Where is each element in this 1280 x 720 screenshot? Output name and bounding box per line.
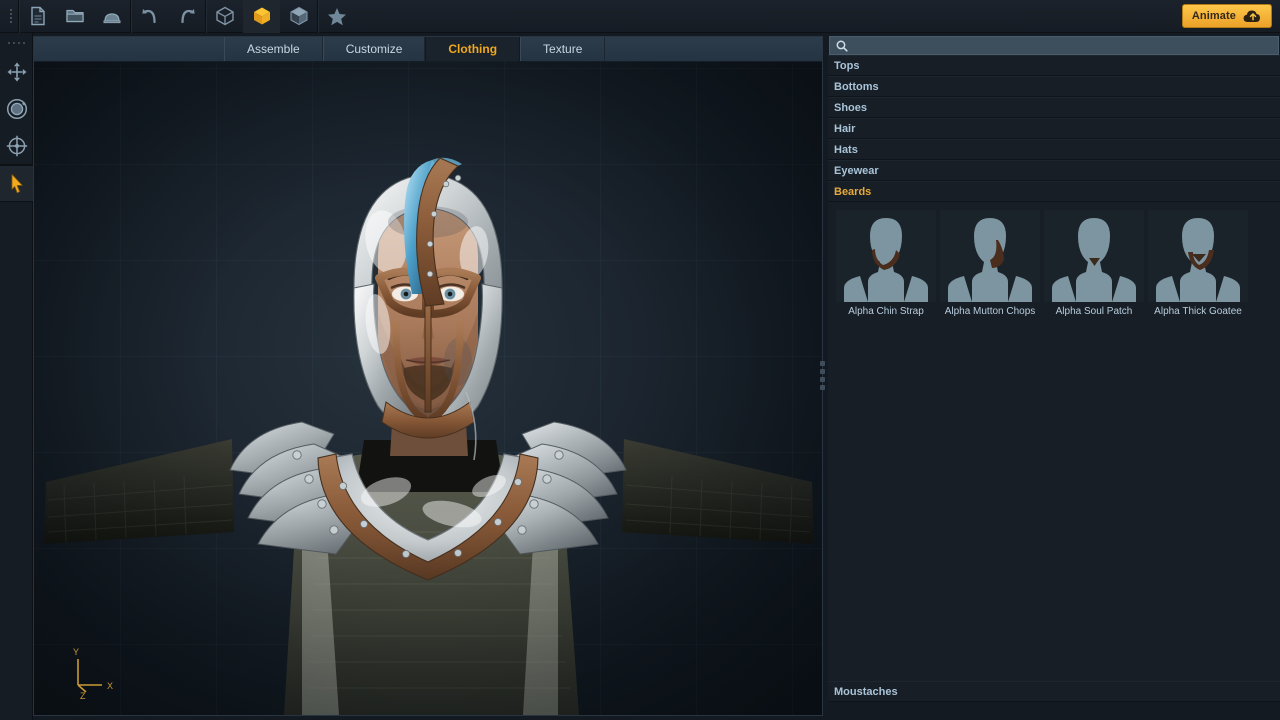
search-bar[interactable]	[829, 36, 1279, 55]
toolbar-favorites-group	[318, 0, 355, 33]
asset-thumbnail	[1044, 210, 1144, 302]
tab-bar-spacer	[34, 37, 224, 61]
asset-item[interactable]: Alpha Mutton Chops	[938, 210, 1042, 328]
viewport-container: Assemble Customize Clothing Texture	[33, 36, 823, 716]
asset-browser-panel: Tops Bottoms Shoes Hair Hats Eyewear Bea…	[828, 36, 1280, 720]
star-icon	[326, 6, 348, 27]
tab-customize[interactable]: Customize	[323, 37, 426, 61]
bottom-category-container: Moustaches	[828, 681, 1280, 720]
category-moustaches[interactable]: Moustaches	[828, 681, 1280, 702]
cursor-arrow-icon	[9, 173, 25, 195]
asset-item[interactable]: Alpha Chin Strap	[834, 210, 938, 328]
redo-button[interactable]	[168, 0, 205, 33]
top-toolbar: Animate	[0, 0, 1280, 33]
select-tool-button[interactable]	[0, 165, 33, 202]
asset-item[interactable]: Alpha Soul Patch	[1042, 210, 1146, 328]
3d-viewport[interactable]: Y X Z	[34, 62, 822, 715]
asset-thumbnail	[1148, 210, 1248, 302]
search-input[interactable]	[853, 40, 1272, 52]
category-eyewear[interactable]: Eyewear	[828, 160, 1280, 181]
view-wireframe-button[interactable]	[206, 0, 243, 33]
rotate-tool-button[interactable]	[0, 90, 33, 127]
toolbar-drag-handle[interactable]	[4, 0, 18, 33]
cloud-upload-icon	[1242, 8, 1264, 24]
viewport-tab-bar: Assemble Customize Clothing Texture	[34, 37, 822, 62]
application-window: Animate	[0, 0, 1280, 720]
asset-label: Alpha Thick Goatee	[1154, 306, 1242, 317]
toolbar-file-group	[19, 0, 130, 33]
tab-texture[interactable]: Texture	[520, 37, 605, 61]
asset-thumbnail	[940, 210, 1040, 302]
asset-label: Alpha Mutton Chops	[945, 306, 1036, 317]
category-hats[interactable]: Hats	[828, 139, 1280, 160]
save-disk-icon	[102, 8, 122, 24]
toolbar-history-group	[131, 0, 205, 33]
animate-button[interactable]: Animate	[1182, 4, 1272, 28]
undo-button[interactable]	[131, 0, 168, 33]
asset-thumbnail	[836, 210, 936, 302]
asset-thumbnail-grid: Alpha Chin Strap Alpha Mutton Chops	[828, 202, 1280, 690]
scale-tool-button[interactable]	[0, 127, 33, 164]
toolbar-view-group	[206, 0, 317, 33]
rail-drag-handle[interactable]	[0, 33, 32, 53]
viewport-vignette	[34, 62, 822, 715]
chin-strap-silhouette-icon	[836, 210, 936, 302]
tab-clothing[interactable]: Clothing	[425, 37, 520, 61]
undo-arrow-icon	[139, 6, 161, 26]
folder-open-icon	[65, 7, 85, 25]
rotate-orbit-icon	[5, 97, 29, 121]
viewport-resize-handle[interactable]	[816, 355, 828, 395]
redo-arrow-icon	[176, 6, 198, 26]
view-solid-button[interactable]	[243, 0, 280, 33]
soul-patch-silhouette-icon	[1044, 210, 1144, 302]
tab-assemble[interactable]: Assemble	[224, 37, 323, 61]
save-file-button[interactable]	[93, 0, 130, 33]
thick-goatee-silhouette-icon	[1148, 210, 1248, 302]
open-file-button[interactable]	[56, 0, 93, 33]
crosshair-target-icon	[5, 134, 29, 158]
category-beards[interactable]: Beards	[828, 181, 1280, 202]
category-tops[interactable]: Tops	[828, 55, 1280, 76]
wireframe-cube-icon	[214, 5, 236, 27]
left-tool-rail	[0, 33, 33, 720]
asset-label: Alpha Soul Patch	[1056, 306, 1133, 317]
shaded-cube-icon	[288, 5, 310, 27]
file-icon	[29, 6, 47, 26]
mutton-chops-silhouette-icon	[940, 210, 1040, 302]
view-shaded-button[interactable]	[280, 0, 317, 33]
category-hair[interactable]: Hair	[828, 118, 1280, 139]
favorites-button[interactable]	[318, 0, 355, 33]
search-icon	[836, 40, 848, 52]
category-bottoms[interactable]: Bottoms	[828, 76, 1280, 97]
new-file-button[interactable]	[19, 0, 56, 33]
solid-cube-icon	[251, 5, 273, 27]
move-tool-button[interactable]	[0, 53, 33, 90]
animate-button-label: Animate	[1192, 10, 1236, 22]
move-arrows-icon	[6, 61, 28, 83]
category-shoes[interactable]: Shoes	[828, 97, 1280, 118]
asset-item[interactable]: Alpha Thick Goatee	[1146, 210, 1250, 328]
panel-footer-spacer	[828, 702, 1280, 720]
asset-label: Alpha Chin Strap	[848, 306, 924, 317]
